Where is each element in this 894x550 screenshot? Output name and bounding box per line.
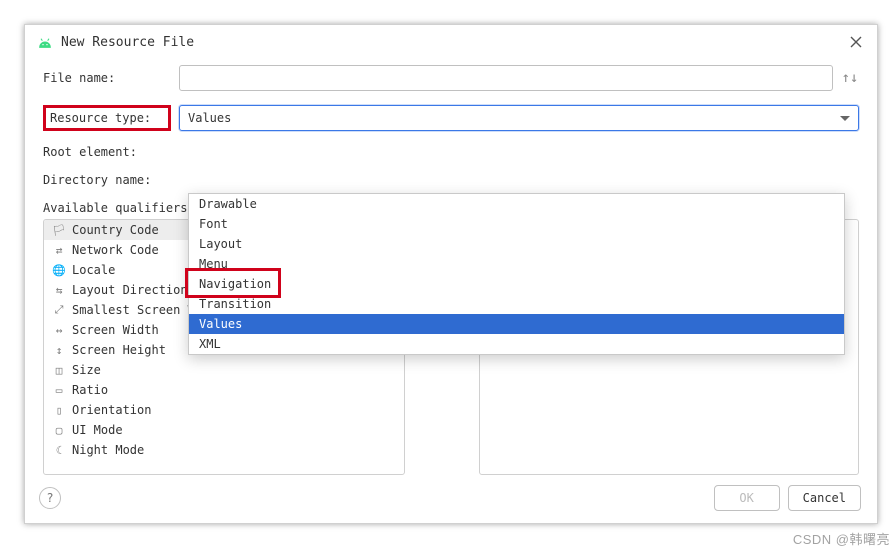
row-resource-type: Resource type: Values: [43, 105, 859, 131]
qualifier-item[interactable]: ▯ Orientation: [44, 400, 404, 420]
dropdown-item[interactable]: Layout: [189, 234, 844, 254]
qualifier-label: Network Code: [72, 243, 159, 257]
ok-button[interactable]: OK: [714, 485, 780, 511]
globe-network-icon: 🏳: [52, 223, 66, 237]
label-resource-type: Resource type:: [43, 105, 171, 131]
dialog-title: New Resource File: [61, 35, 839, 50]
qualifier-label: Night Mode: [72, 443, 144, 457]
resource-type-combo[interactable]: Values: [179, 105, 859, 131]
android-icon: [37, 35, 53, 49]
row-root-element: Root element:: [43, 145, 859, 159]
label-root-element: Root element:: [43, 145, 171, 159]
qualifier-label: Size: [72, 363, 101, 377]
help-button[interactable]: ?: [39, 487, 61, 509]
dropdown-item[interactable]: Navigation: [189, 274, 844, 294]
qualifier-item[interactable]: ▢ UI Mode: [44, 420, 404, 440]
dropdown-item[interactable]: Menu: [189, 254, 844, 274]
label-directory-name: Directory name:: [43, 173, 171, 187]
file-name-input[interactable]: [179, 65, 833, 91]
watermark-text: CSDN @韩曙亮: [793, 529, 890, 548]
resource-type-value: Values: [188, 111, 840, 125]
qualifier-label: Layout Direction: [72, 283, 188, 297]
arrows-lr-icon: ⇆: [52, 283, 66, 297]
cancel-button[interactable]: Cancel: [788, 485, 861, 511]
dropdown-item[interactable]: Font: [189, 214, 844, 234]
qualifier-label: UI Mode: [72, 423, 123, 437]
qualifier-label: Orientation: [72, 403, 151, 417]
dialog-window: New Resource File File name: ↑↓ Resource…: [24, 24, 878, 524]
height-icon: ↕: [52, 343, 66, 357]
qualifier-item[interactable]: ◫ Size: [44, 360, 404, 380]
qualifier-label: Country Code: [72, 223, 159, 237]
qualifier-label: Locale: [72, 263, 115, 277]
orientation-icon: ▯: [52, 403, 66, 417]
row-directory-name: Directory name:: [43, 173, 859, 187]
dropdown-item[interactable]: Drawable: [189, 194, 844, 214]
expand-icon: ⤢: [52, 303, 66, 317]
label-file-name: File name:: [43, 71, 171, 85]
sort-icon[interactable]: ↑↓: [841, 73, 859, 83]
dropdown-item[interactable]: Values: [189, 314, 844, 334]
dropdown-item[interactable]: XML: [189, 334, 844, 354]
network-icon: ⇄: [52, 243, 66, 257]
dropdown-item[interactable]: Transition: [189, 294, 844, 314]
row-file-name: File name: ↑↓: [43, 65, 859, 91]
dialog-footer: ? OK Cancel: [25, 475, 877, 523]
qualifier-label: Screen Width: [72, 323, 159, 337]
close-icon[interactable]: [847, 33, 865, 51]
globe-icon: 🌐: [52, 263, 66, 277]
resource-type-dropdown[interactable]: DrawableFontLayoutMenuNavigationTransiti…: [188, 193, 845, 355]
chevron-down-icon: [840, 116, 850, 121]
qualifier-label: Screen Height: [72, 343, 166, 357]
width-icon: ↔: [52, 323, 66, 337]
qualifier-label: Ratio: [72, 383, 108, 397]
ratio-icon: ▭: [52, 383, 66, 397]
dialog-content: File name: ↑↓ Resource type: Values Root…: [25, 59, 877, 475]
qualifier-item[interactable]: ☾ Night Mode: [44, 440, 404, 460]
moon-icon: ☾: [52, 443, 66, 457]
qualifier-item[interactable]: ▭ Ratio: [44, 380, 404, 400]
ui-icon: ▢: [52, 423, 66, 437]
resize-icon: ◫: [52, 363, 66, 377]
title-bar: New Resource File: [25, 25, 877, 59]
